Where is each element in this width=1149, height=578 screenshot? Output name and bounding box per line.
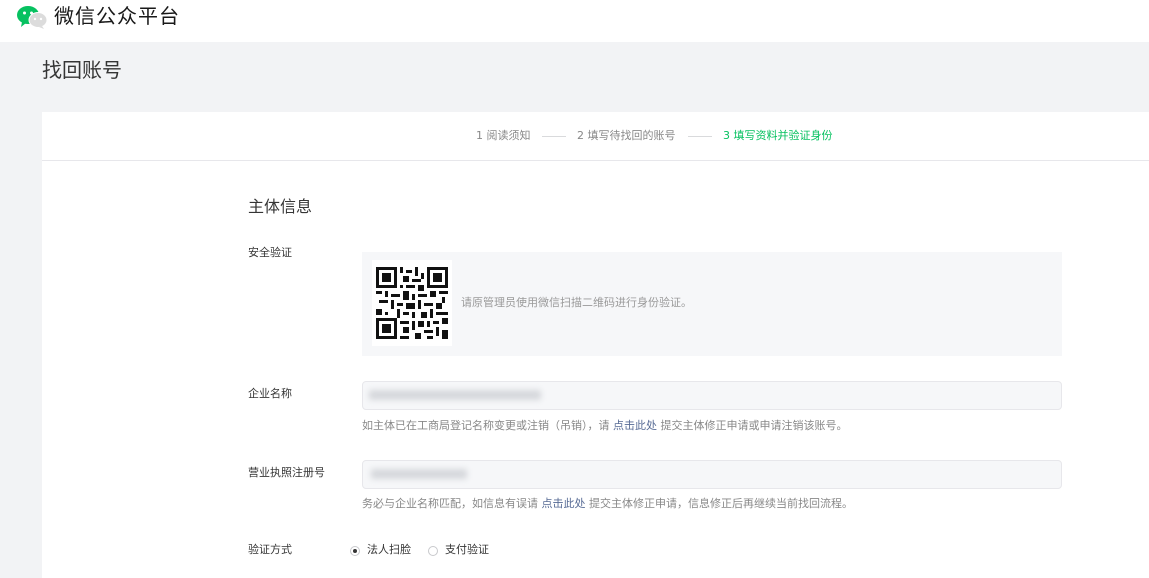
redacted-value <box>369 390 541 400</box>
license-number-field[interactable] <box>362 460 1062 489</box>
step-2: 2 填写待找回的账号 <box>577 129 676 142</box>
redacted-value <box>371 469 467 479</box>
section-title: 主体信息 <box>248 197 313 216</box>
company-name-hint: 如主体已在工商局登记名称变更或注销（吊销），请 点击此处 提交主体修正申请或申请… <box>362 419 848 433</box>
brand-name[interactable]: 微信公众平台 <box>54 3 180 29</box>
step-divider <box>542 136 566 137</box>
qr-tip-text: 请原管理员使用微信扫描二维码进行身份验证。 <box>461 296 692 309</box>
wechat-logo-icon[interactable] <box>16 4 48 30</box>
security-label: 安全验证 <box>248 246 292 259</box>
radio-checked-icon <box>350 546 360 556</box>
radio-payment-verify[interactable]: 支付验证 <box>428 543 498 559</box>
radio-face-scan[interactable]: 法人扫脸 <box>350 543 420 559</box>
qr-code-icon <box>372 260 452 346</box>
main-panel: 1 阅读须知 2 填写待找回的账号 3 填写资料并验证身份 主体信息 安全验证 <box>42 112 1149 578</box>
license-number-label: 营业执照注册号 <box>248 466 325 479</box>
license-hint-text: 务必与企业名称匹配，如信息有误请 <box>362 497 538 510</box>
company-hint-text: 如主体已在工商局登记名称变更或注销（吊销），请 <box>362 419 610 432</box>
step-1: 1 阅读须知 <box>476 129 531 142</box>
license-number-hint: 务必与企业名称匹配，如信息有误请 点击此处 提交主体修正申请，信息修正后再继续当… <box>362 497 853 511</box>
company-name-field[interactable] <box>362 381 1062 410</box>
step-indicator: 1 阅读须知 2 填写待找回的账号 3 填写资料并验证身份 <box>42 112 1149 161</box>
company-correction-link[interactable]: 点击此处 <box>613 419 657 432</box>
step-3-active: 3 填写资料并验证身份 <box>723 129 833 142</box>
company-name-label: 企业名称 <box>248 387 292 400</box>
license-hint-text-after: 提交主体修正申请，信息修正后再继续当前找回流程。 <box>589 497 853 510</box>
qr-verification-box: 请原管理员使用微信扫描二维码进行身份验证。 <box>362 252 1062 356</box>
license-correction-link[interactable]: 点击此处 <box>542 497 586 510</box>
radio-face-scan-label: 法人扫脸 <box>367 543 411 556</box>
radio-payment-verify-label: 支付验证 <box>445 543 489 556</box>
verify-method-label: 验证方式 <box>248 543 292 556</box>
radio-unchecked-icon <box>428 546 438 556</box>
top-bar: 微信公众平台 <box>0 0 1149 42</box>
page-title: 找回账号 <box>42 58 122 82</box>
step-divider <box>688 136 712 137</box>
company-hint-text-after: 提交主体修正申请或申请注销该账号。 <box>660 419 848 432</box>
qr-code-graphic <box>376 267 448 339</box>
